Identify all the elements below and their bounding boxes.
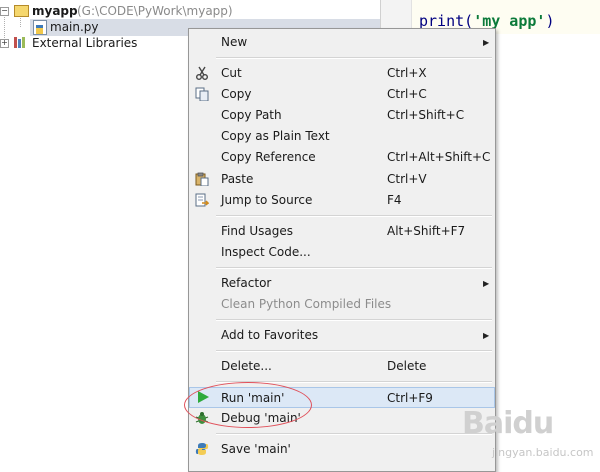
menu-item-shortcut: Ctrl+F9 bbox=[387, 391, 433, 405]
menu-item-label: Refactor bbox=[221, 276, 272, 290]
watermark-sub: jingyan.baidu.com bbox=[492, 446, 594, 459]
menu-item-copy[interactable]: Copy Ctrl+C bbox=[189, 84, 495, 105]
menu-item-label: Find Usages bbox=[221, 224, 294, 238]
menu-item-shortcut: Delete bbox=[387, 359, 427, 373]
menu-item-label: New bbox=[221, 35, 248, 49]
menu-item-shortcut: F4 bbox=[387, 193, 402, 207]
jump-to-source-icon bbox=[195, 193, 209, 207]
python-icon bbox=[195, 443, 209, 455]
menu-item-label: Cut bbox=[221, 66, 242, 80]
menu-item-shortcut: Ctrl+X bbox=[387, 66, 427, 80]
menu-item-clean-compiled-files: Clean Python Compiled Files bbox=[189, 294, 495, 315]
submenu-arrow-icon: ▶ bbox=[483, 38, 490, 47]
menu-item-paste[interactable]: Paste Ctrl+V bbox=[189, 169, 495, 190]
menu-item-refactor[interactable]: Refactor ▶ bbox=[189, 273, 495, 294]
menu-separator bbox=[216, 319, 492, 321]
menu-item-label: Save 'main' bbox=[221, 442, 291, 456]
tree-guide-line bbox=[20, 18, 21, 27]
watermark: Baidu jingyan.baidu.com bbox=[462, 406, 596, 464]
menu-item-label: Inspect Code... bbox=[221, 245, 311, 259]
menu-separator bbox=[216, 267, 492, 269]
menu-item-shortcut: Alt+Shift+F7 bbox=[387, 224, 466, 238]
menu-item-copy-reference[interactable]: Copy Reference Ctrl+Alt+Shift+C bbox=[189, 147, 495, 168]
menu-separator bbox=[216, 215, 492, 217]
menu-item-label: Clean Python Compiled Files bbox=[221, 297, 392, 311]
menu-separator bbox=[216, 433, 492, 435]
menu-item-label: Copy as Plain Text bbox=[221, 129, 330, 143]
folder-icon bbox=[14, 5, 29, 17]
watermark-logo: Baidu bbox=[462, 406, 554, 441]
submenu-arrow-icon: ▶ bbox=[483, 279, 490, 288]
tree-libraries-name: External Libraries bbox=[32, 36, 138, 50]
menu-item-find-usages[interactable]: Find Usages Alt+Shift+F7 bbox=[189, 221, 495, 242]
menu-separator bbox=[216, 350, 492, 352]
menu-item-cut[interactable]: Cut Ctrl+X bbox=[189, 63, 495, 84]
tree-root-path: (G:\CODE\PyWork\myapp) bbox=[77, 4, 233, 18]
menu-item-inspect-code[interactable]: Inspect Code... bbox=[189, 242, 495, 263]
menu-item-label: Delete... bbox=[221, 359, 272, 373]
annotation-oval bbox=[184, 382, 312, 428]
menu-item-label: Copy bbox=[221, 87, 252, 101]
menu-item-shortcut: Ctrl+Shift+C bbox=[387, 108, 465, 122]
paste-icon bbox=[195, 172, 209, 186]
menu-item-delete[interactable]: Delete... Delete bbox=[189, 356, 495, 377]
menu-item-copy-path[interactable]: Copy Path Ctrl+Shift+C bbox=[189, 105, 495, 126]
menu-item-label: Copy Reference bbox=[221, 150, 316, 164]
menu-item-shortcut: Ctrl+C bbox=[387, 87, 427, 101]
menu-item-new[interactable]: New ▶ bbox=[189, 32, 495, 53]
submenu-arrow-icon: ▶ bbox=[483, 331, 490, 340]
menu-item-jump-to-source[interactable]: Jump to Source F4 bbox=[189, 190, 495, 211]
menu-item-label: Paste bbox=[221, 172, 254, 186]
python-file-icon bbox=[33, 20, 47, 35]
menu-item-label: Add to Favorites bbox=[221, 328, 319, 342]
library-icon bbox=[14, 37, 28, 48]
menu-item-label: Copy Path bbox=[221, 108, 282, 122]
menu-item-copy-as-plain-text[interactable]: Copy as Plain Text bbox=[189, 126, 495, 147]
menu-item-shortcut: Ctrl+Alt+Shift+C bbox=[387, 150, 491, 164]
code-paren: ) bbox=[545, 12, 555, 30]
menu-item-label: Jump to Source bbox=[221, 193, 313, 207]
menu-item-add-to-favorites[interactable]: Add to Favorites ▶ bbox=[189, 325, 495, 346]
scissors-icon bbox=[196, 66, 208, 80]
menu-separator bbox=[216, 57, 492, 59]
expand-icon[interactable]: + bbox=[0, 39, 9, 48]
menu-item-save-main[interactable]: Save 'main' bbox=[189, 439, 495, 460]
collapse-icon[interactable]: − bbox=[0, 7, 9, 16]
copy-icon bbox=[195, 87, 209, 101]
menu-item-shortcut: Ctrl+V bbox=[387, 172, 427, 186]
